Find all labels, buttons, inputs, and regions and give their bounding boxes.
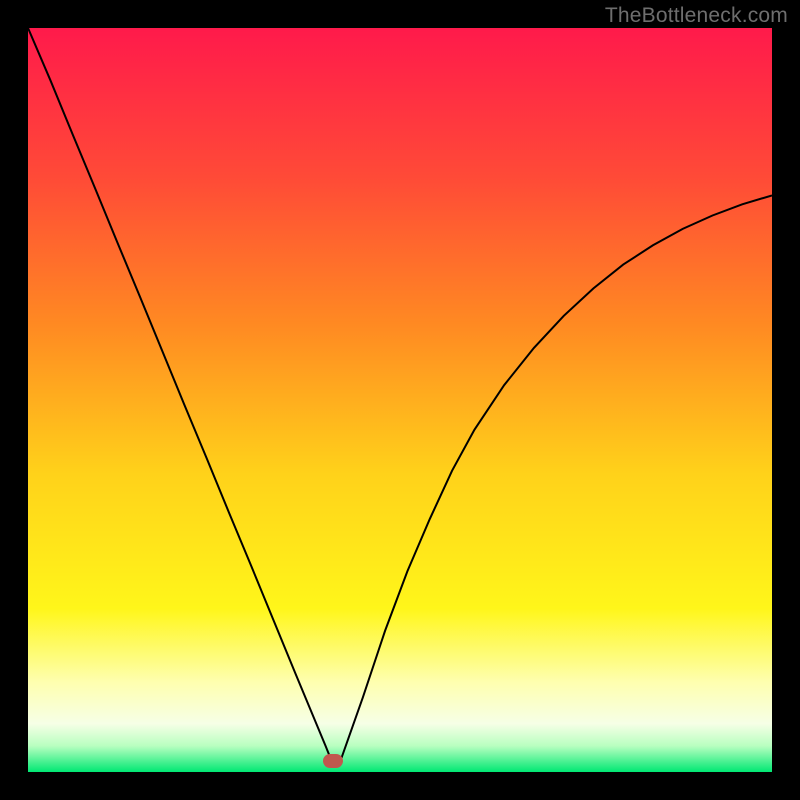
minimum-marker xyxy=(323,754,343,768)
plot-area xyxy=(28,28,772,772)
bottleneck-curve xyxy=(28,28,772,772)
chart-frame: TheBottleneck.com xyxy=(0,0,800,800)
watermark-text: TheBottleneck.com xyxy=(605,4,788,28)
